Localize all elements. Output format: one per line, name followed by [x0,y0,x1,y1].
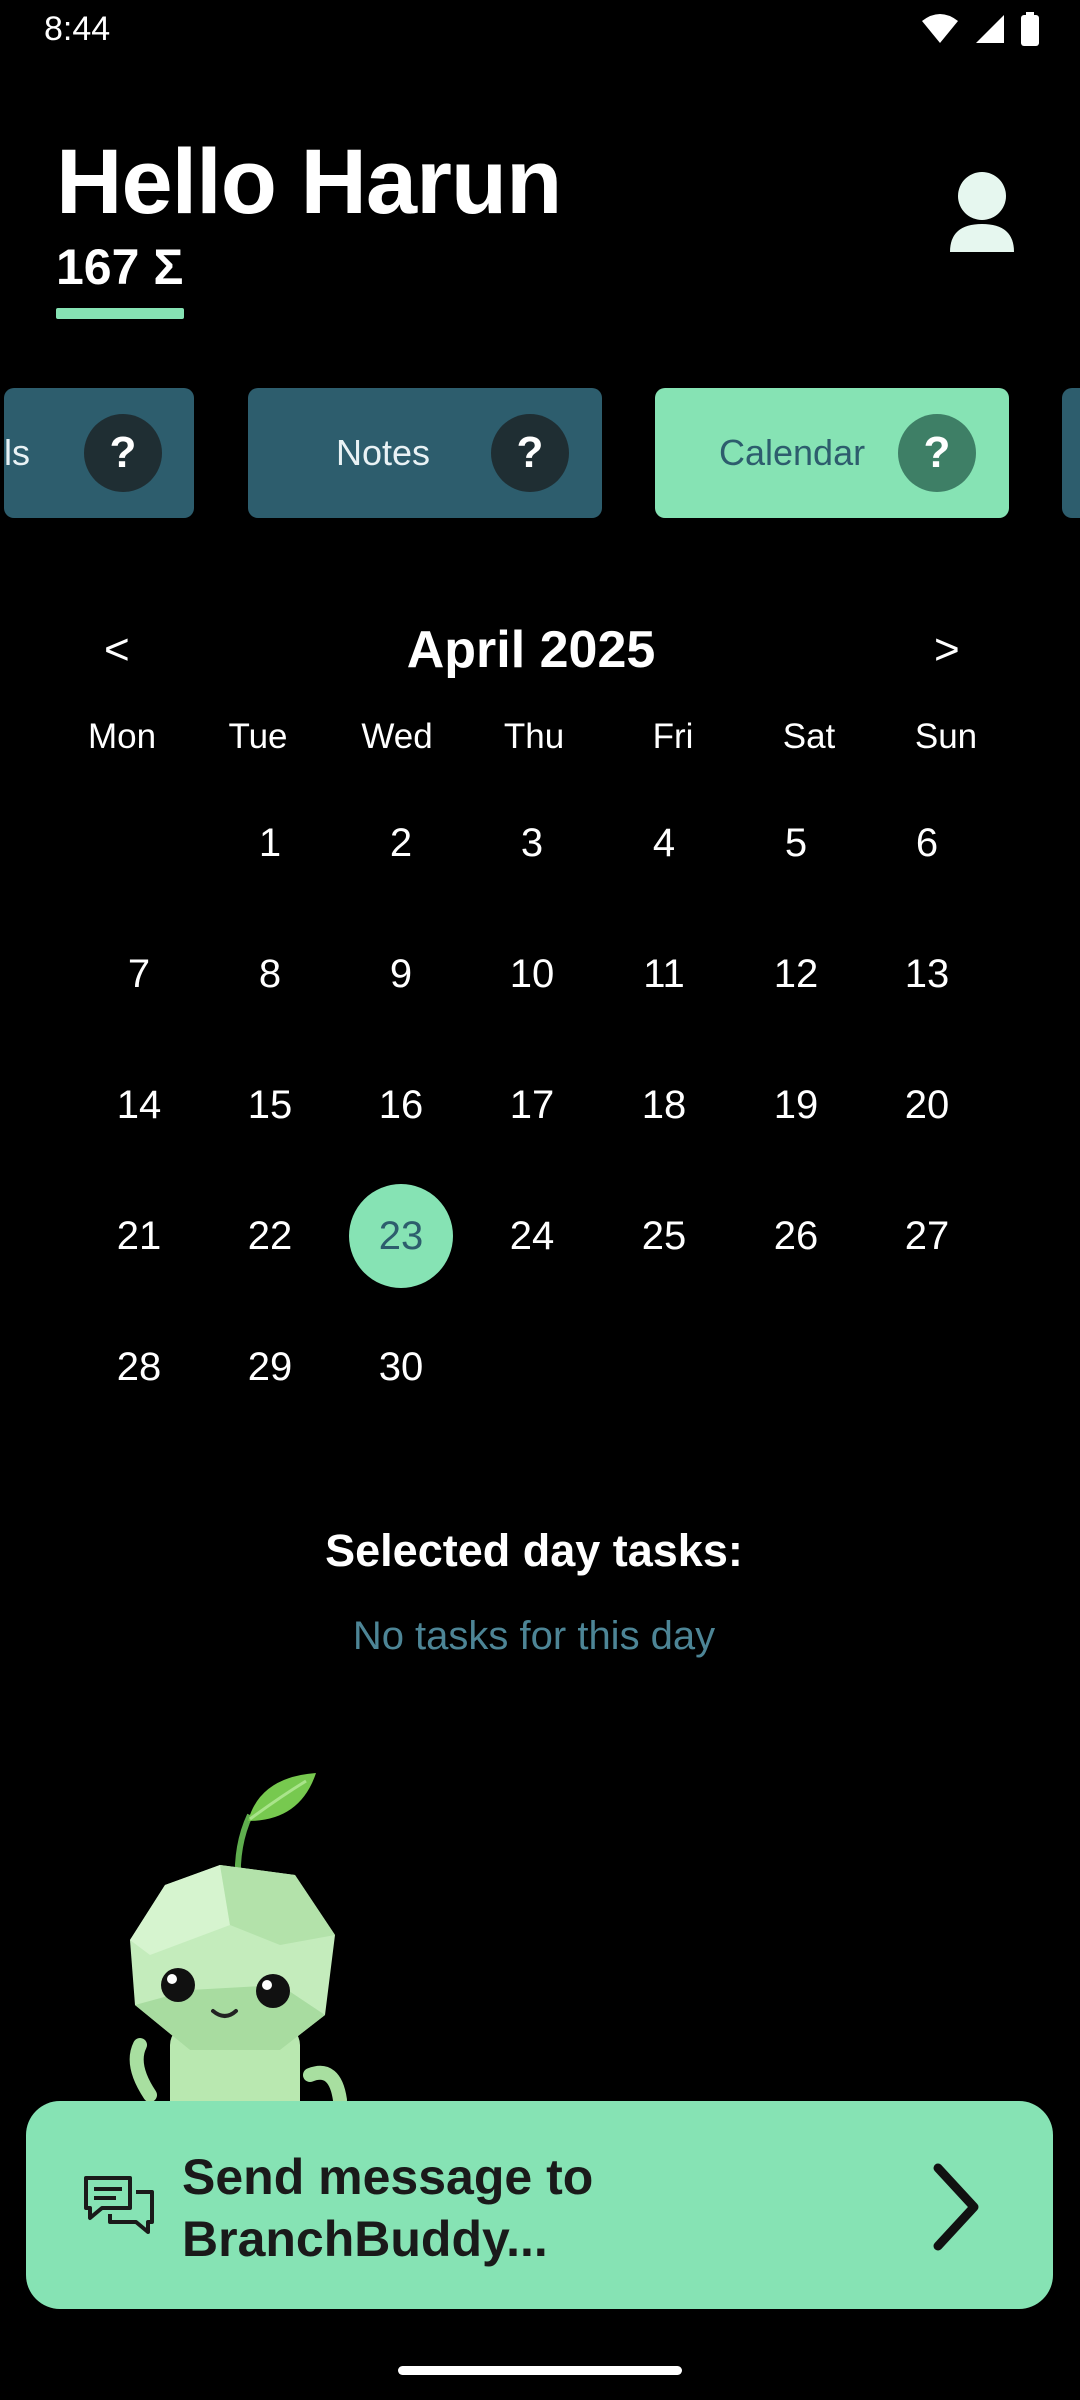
calendar-day[interactable]: 20 [875,1053,979,1157]
tab-calendar[interactable]: Calendar ? [655,388,1009,518]
message-line-1: Send message to [182,2149,594,2205]
user-icon [950,172,1014,252]
calendar-day[interactable]: 5 [744,791,848,895]
tab-goals-label: ls [4,432,30,473]
calendar-day[interactable]: 17 [480,1053,584,1157]
calendar-day[interactable]: 4 [612,791,716,895]
calendar-day[interactable]: 19 [744,1053,848,1157]
chevron-right-icon[interactable] [930,2162,982,2252]
help-icon[interactable]: ? [84,414,162,492]
calendar-day[interactable]: 22 [218,1184,322,1288]
weekday-label: Fri [652,717,694,756]
greeting-title: Hello Harun [56,131,562,233]
calendar-day[interactable]: 27 [875,1184,979,1288]
calendar-day-selected[interactable]: 23 [349,1184,453,1288]
calendar-day[interactable]: 7 [87,922,191,1026]
calendar-day[interactable]: 14 [87,1053,191,1157]
calendar-day[interactable]: 2 [349,791,453,895]
status-icons [920,12,1040,46]
help-icon[interactable]: ? [898,414,976,492]
calendar-day[interactable]: 18 [612,1053,716,1157]
calendar-day[interactable]: 9 [349,922,453,1026]
wifi-icon [922,14,958,43]
message-line-2: BranchBuddy... [182,2211,548,2267]
tab-calendar-label: Calendar [719,432,866,473]
calendar-day[interactable]: 15 [218,1053,322,1157]
tab-goals[interactable]: ls ? [4,388,194,518]
calendar-day[interactable]: 28 [87,1315,191,1419]
calendar-day[interactable]: 13 [875,922,979,1026]
calendar-day[interactable]: 24 [480,1184,584,1288]
help-icon[interactable]: ? [491,414,569,492]
calendar-day[interactable]: 29 [218,1315,322,1419]
weekday-label: Sun [914,717,978,756]
status-time: 8:44 [44,10,111,48]
tab-notes[interactable]: Notes ? [248,388,602,518]
tasks-title: Selected day tasks: [325,1525,743,1576]
calendar-day[interactable]: 6 [875,791,979,895]
calendar-day[interactable]: 16 [349,1053,453,1157]
weekday-label: Wed [361,717,433,756]
score-underline [56,308,184,319]
calendar-day[interactable]: 8 [218,922,322,1026]
tab-next-partial[interactable] [1062,388,1080,518]
month-title: April 2025 [406,621,656,679]
weekday-label: Thu [503,717,565,756]
signal-icon [976,15,1004,43]
weekday-label: Sat [782,717,836,756]
home-indicator[interactable] [398,2366,682,2375]
message-prompt: Send message to BranchBuddy... [182,2146,882,2270]
chat-icon [84,2176,154,2234]
calendar-day[interactable]: 30 [349,1315,453,1419]
calendar-day[interactable]: 26 [744,1184,848,1288]
calendar-day[interactable]: 12 [744,922,848,1026]
profile-button[interactable] [944,168,1020,258]
tab-notes-label: Notes [336,432,431,473]
battery-icon [1021,12,1039,46]
score-counter: 167 Σ [56,239,184,295]
calendar-day[interactable]: 1 [218,791,322,895]
calendar-day[interactable]: 25 [612,1184,716,1288]
weekday-label: Tue [228,717,288,756]
calendar-day[interactable]: 10 [480,922,584,1026]
calendar-day[interactable]: 3 [480,791,584,895]
weekday-label: Mon [87,717,157,756]
calendar-day[interactable]: 11 [612,922,716,1026]
tasks-empty-message: No tasks for this day [352,1614,716,1658]
mascot-illustration [129,1773,347,2125]
next-month-button[interactable]: > [934,625,960,675]
calendar-day[interactable]: 21 [87,1184,191,1288]
